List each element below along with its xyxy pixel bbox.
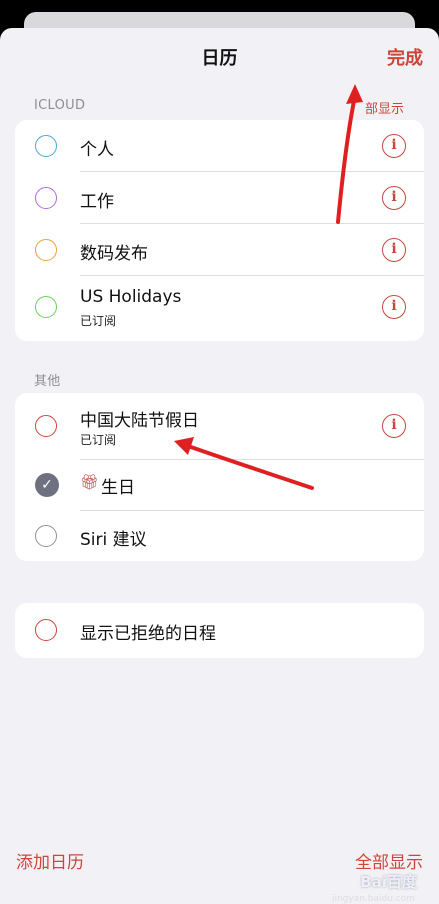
section-label-icloud: ICLOUD	[34, 98, 86, 113]
section-label-other: 其他	[34, 374, 61, 389]
page-title: 日历	[201, 48, 238, 69]
subscribed-label: 已订阅	[80, 433, 117, 447]
calendar-item-siri-suggestions[interactable]: Siri 建议	[15, 511, 424, 561]
calendar-item-work[interactable]: 工作 i	[15, 172, 424, 224]
show-all-button[interactable]: 全部显示	[355, 848, 423, 873]
add-calendar-button[interactable]: 添加日历	[16, 848, 84, 873]
checkbox-circle-icon[interactable]	[35, 187, 57, 209]
calendar-item-digital-release[interactable]: 数码发布 i	[15, 224, 424, 276]
declined-events-card: 显示已拒绝的日程	[15, 603, 424, 658]
calendar-item-label: 生日	[101, 478, 135, 498]
subscribed-label: 已订阅	[80, 314, 117, 328]
checkmark-icon[interactable]: ✓	[35, 473, 59, 497]
info-icon[interactable]: i	[382, 238, 406, 262]
icloud-calendar-list: 个人 i 工作 i 数码发布 i US Holidays 已订阅 i	[15, 120, 424, 341]
show-declined-events-label: 显示已拒绝的日程	[80, 624, 216, 644]
baidu-watermark-url: jingyan.baidu.com	[331, 894, 415, 904]
checkbox-circle-icon[interactable]	[35, 239, 57, 261]
info-icon[interactable]: i	[382, 414, 406, 438]
checkbox-circle-icon[interactable]	[35, 135, 57, 157]
show-declined-events-toggle[interactable]: 显示已拒绝的日程	[15, 603, 424, 658]
calendar-item-label: US Holidays	[80, 287, 182, 307]
done-button[interactable]: 完成	[387, 44, 423, 70]
other-calendar-list: 中国大陆节假日 已订阅 i ✓ 🎁︎ 生日 Siri 建议	[15, 393, 424, 561]
gift-icon: 🎁︎	[80, 473, 100, 491]
calendar-item-label: 工作	[80, 192, 114, 212]
baidu-watermark-logo: Bai百度	[360, 873, 417, 891]
calendar-item-label: 中国大陆节假日	[80, 411, 199, 431]
info-icon[interactable]: i	[382, 295, 406, 319]
checkbox-circle-icon[interactable]	[35, 525, 57, 547]
info-icon[interactable]: i	[382, 186, 406, 210]
show-all-icloud-button[interactable]: 部显示	[365, 98, 404, 117]
calendar-item-china-holidays[interactable]: 中国大陆节假日 已订阅 i	[15, 393, 424, 459]
checkbox-circle-icon[interactable]	[35, 296, 57, 318]
calendar-item-us-holidays[interactable]: US Holidays 已订阅 i	[15, 276, 424, 341]
calendar-item-label: Siri 建议	[80, 530, 147, 550]
checkbox-circle-icon[interactable]	[35, 619, 57, 641]
calendar-item-birthdays[interactable]: ✓ 🎁︎ 生日	[15, 460, 424, 510]
checkbox-circle-icon[interactable]	[35, 415, 57, 437]
info-icon[interactable]: i	[382, 134, 406, 158]
calendar-item-label: 数码发布	[80, 244, 148, 264]
calendar-item-label: 个人	[80, 140, 114, 160]
calendar-item-personal[interactable]: 个人 i	[15, 120, 424, 172]
